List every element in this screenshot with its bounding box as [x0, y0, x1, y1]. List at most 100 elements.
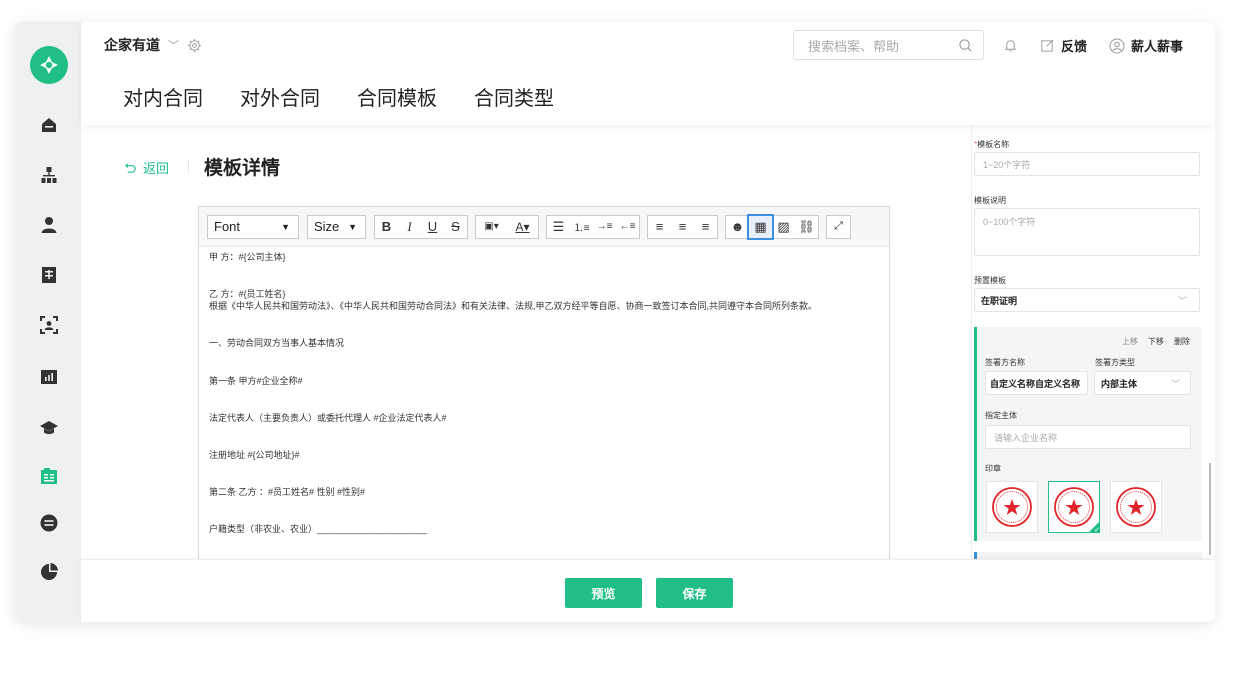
editor-line	[209, 395, 879, 414]
pie-chart-icon[interactable]	[39, 562, 59, 582]
template-desc-input[interactable]: 0~100个字符	[974, 208, 1200, 256]
bell-icon	[1004, 40, 1017, 52]
fullscreen-icon[interactable]: ⤢	[827, 216, 850, 238]
title-divider	[188, 159, 189, 173]
signer-card: 上移 下移 删除 签署方名称 签署方类型 自定义名称自定义名称 内部主体 ﹀ 指定…	[974, 327, 1202, 541]
main-content: 返回 模板详情 Font ▼ Size ▼ B I U S ▣▾ A▾ ☰ ⒈≡…	[81, 125, 971, 566]
preview-button[interactable]: 预览	[565, 578, 642, 608]
tab-bar: 对内合同 对外合同 合同模板 合同类型	[123, 82, 554, 111]
background-color-icon[interactable]: ▣▾	[476, 216, 507, 238]
tab-contract-type[interactable]: 合同类型	[474, 82, 554, 111]
seal-option[interactable]	[986, 481, 1038, 533]
face-scan-icon[interactable]	[39, 315, 59, 335]
font-select[interactable]: Font ▼	[207, 214, 299, 239]
list-group: ☰ ⒈≡ →≡ ←≡	[546, 214, 640, 239]
delete-button[interactable]: 删除	[1174, 336, 1190, 347]
dropdown-arrow-icon: ▼	[281, 221, 290, 232]
align-group: ≡ ≡ ≡	[647, 214, 718, 239]
company-seal-icon	[1116, 487, 1156, 527]
signer-card-next	[974, 552, 1202, 559]
tab-external-contract[interactable]: 对外合同	[240, 82, 320, 111]
align-left-icon[interactable]: ≡	[648, 216, 671, 238]
color-group: ▣▾ A▾	[475, 214, 539, 239]
signer-name-input[interactable]: 自定义名称自定义名称	[985, 371, 1088, 395]
save-button[interactable]: 保存	[656, 578, 733, 608]
person-icon[interactable]	[39, 215, 59, 235]
move-up-button[interactable]: 上移	[1122, 336, 1138, 347]
signer-type-label: 签署方类型	[1095, 358, 1135, 367]
move-down-button[interactable]: 下移	[1148, 336, 1164, 347]
edit-icon	[1041, 39, 1054, 52]
editor-content[interactable]: 甲 方：#{公司主体} 乙 方：#{员工姓名} 根据《中华人民共和国劳动法》、《…	[199, 247, 889, 550]
chevron-down-icon: ﹀	[1170, 378, 1180, 389]
back-button[interactable]: 返回	[124, 158, 169, 177]
seal-label: 印章	[985, 464, 1001, 473]
align-center-icon[interactable]: ≡	[671, 216, 694, 238]
contract-icon[interactable]	[39, 466, 59, 486]
editor-line	[209, 358, 879, 377]
strikethrough-icon[interactable]: S	[444, 216, 467, 238]
emoji-icon[interactable]: ☻	[726, 216, 749, 238]
editor-line	[209, 321, 879, 340]
tab-internal-contract[interactable]: 对内合同	[123, 82, 203, 111]
font-color-icon[interactable]: A▾	[507, 216, 538, 238]
chevron-down-icon: ﹀	[1177, 295, 1187, 306]
link-icon[interactable]: ⛓	[795, 216, 818, 238]
home-icon[interactable]	[39, 115, 59, 135]
top-header: 企家有道 ﹀ 搜索档案、帮助 反馈 薪人薪事 对内合同 对外合同 合同模板 合同…	[81, 22, 1215, 125]
app-logo[interactable]	[30, 46, 68, 84]
image-icon[interactable]: ▨	[772, 216, 795, 238]
search-input[interactable]: 搜索档案、帮助	[808, 36, 899, 55]
underline-icon[interactable]: U	[421, 216, 444, 238]
editor-line: 根据《中华人民共和国劳动法》、《中华人民共和国劳动合同法》和有关法律、法规,甲乙…	[209, 301, 818, 312]
back-label: 返回	[143, 161, 170, 176]
entity-input[interactable]: 请输入企业名称	[985, 425, 1191, 449]
panel-scrollbar[interactable]	[1209, 463, 1211, 555]
editor-line: 注册地址 #{公司地址}#	[209, 449, 300, 460]
font-select-value: Font	[214, 219, 241, 234]
graduation-cap-icon[interactable]	[39, 418, 59, 438]
notification-button[interactable]	[1003, 38, 1018, 53]
editor-line: 甲 方：#{公司主体}	[209, 252, 286, 262]
user-menu[interactable]: 薪人薪事	[1109, 36, 1183, 55]
align-right-icon[interactable]: ≡	[694, 216, 717, 238]
checkmark-icon	[1088, 521, 1100, 534]
preset-template-select[interactable]: 在职证明 ﹀	[974, 288, 1200, 312]
logo-icon	[40, 56, 58, 74]
user-name: 薪人薪事	[1131, 39, 1184, 54]
numbered-list-icon[interactable]: ⒈≡	[570, 216, 593, 238]
feedback-button[interactable]: 反馈	[1040, 36, 1087, 55]
template-name-input[interactable]: 1~20个字符	[974, 152, 1200, 176]
transfer-icon[interactable]	[39, 513, 59, 533]
seal-option-selected[interactable]	[1048, 481, 1100, 534]
editor-line: 一、劳动合同双方当事人基本情况	[209, 338, 345, 349]
tab-contract-template[interactable]: 合同模板	[357, 82, 437, 111]
signer-name-label: 签署方名称	[985, 358, 1025, 367]
search-box[interactable]: 搜索档案、帮助	[793, 30, 984, 60]
outdent-icon[interactable]: ←≡	[616, 216, 639, 238]
company-seal-icon	[992, 487, 1032, 527]
page-title: 模板详情	[204, 158, 281, 179]
search-icon[interactable]	[958, 38, 973, 53]
indent-icon[interactable]: →≡	[593, 216, 616, 238]
size-select-value: Size	[314, 219, 340, 234]
calendar-icon[interactable]	[39, 265, 59, 285]
fullscreen-group: ⤢	[826, 214, 851, 239]
header-actions: 反馈 薪人薪事	[1003, 36, 1205, 55]
seal-option[interactable]	[1110, 481, 1162, 533]
bullet-list-icon[interactable]: ☰	[547, 216, 570, 238]
bold-icon[interactable]: B	[375, 216, 398, 238]
user-icon	[1109, 38, 1125, 53]
table-icon[interactable]: ▦	[747, 213, 774, 240]
signer-actions: 上移 下移 删除	[1122, 336, 1190, 347]
company-switcher[interactable]: 企家有道 ﹀	[104, 35, 202, 55]
footer-bar: 预览 保存	[81, 559, 1215, 622]
bar-chart-icon[interactable]	[39, 367, 59, 387]
size-select[interactable]: Size ▼	[307, 214, 366, 239]
italic-icon[interactable]: I	[398, 216, 421, 238]
rich-text-editor[interactable]: Font ▼ Size ▼ B I U S ▣▾ A▾ ☰ ⒈≡ →≡ ←≡ ≡…	[198, 206, 890, 566]
preset-template-label: 预置模板	[974, 276, 1006, 285]
gear-icon[interactable]	[187, 38, 202, 53]
org-chart-icon[interactable]	[39, 165, 59, 185]
signer-type-select[interactable]: 内部主体 ﹀	[1094, 371, 1191, 395]
